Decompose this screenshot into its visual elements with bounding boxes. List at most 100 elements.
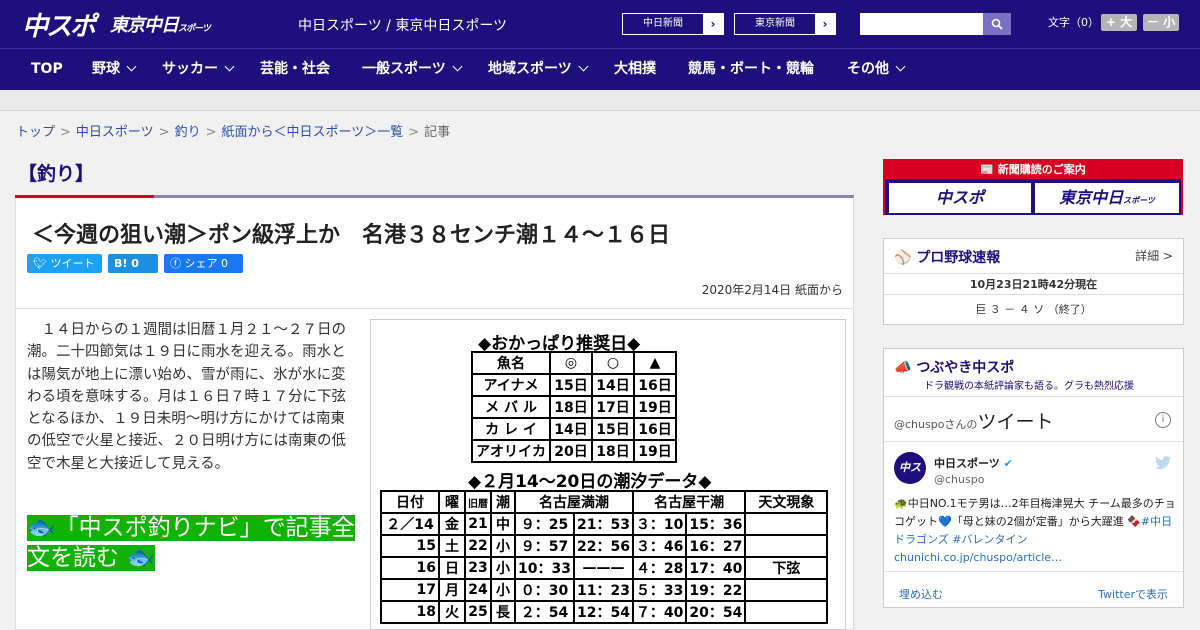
table-cell: 16 bbox=[380, 556, 440, 580]
tide-table: 日付曜旧暦潮名古屋満潮 名古屋干潮 天文現象 ２／14 金 21 中 ９：25 21：53 ３：… bbox=[380, 490, 829, 624]
table-row: カ レ イ 14日 15日 16日 bbox=[471, 417, 677, 441]
table-row: 16 日 23 小 10：33 ——— ４：28 17：40 下弦 bbox=[380, 556, 829, 580]
twitter-panel-title: 📣 つぶやき中スポ bbox=[894, 357, 1014, 377]
site-name: 中日スポーツ / 東京中日スポーツ bbox=[298, 18, 508, 34]
tweet-button[interactable]: 🐦︎ ツイート bbox=[27, 254, 102, 273]
nav-item-general-sports[interactable]: 一般スポーツ bbox=[362, 49, 463, 91]
table-header: 魚名 bbox=[471, 351, 551, 375]
subscribe-tokyo-logo-small: スポーツ bbox=[1123, 196, 1155, 205]
tweet-author-name[interactable]: 中日スポーツ ✔ bbox=[934, 455, 1013, 471]
view-on-twitter-link[interactable]: Twitterで表示 bbox=[1098, 586, 1168, 602]
nav-item-entertainment[interactable]: 芸能・社会 bbox=[260, 49, 330, 91]
nav-label: 地域スポーツ bbox=[488, 61, 572, 77]
table-row: メ バ ル 18日 17日 19日 bbox=[471, 395, 677, 419]
table-cell: ——— bbox=[572, 556, 634, 580]
baseball-icon: ⚾ bbox=[894, 250, 912, 266]
nav-item-other[interactable]: その他 bbox=[847, 49, 906, 91]
breadcrumb-top[interactable]: トップ bbox=[16, 125, 55, 140]
table-cell: 10：33 bbox=[514, 556, 575, 580]
site-header: 中スポ 東京中日スポーツ 中日スポーツ / 東京中日スポーツ 中日新聞 › 東京新… bbox=[0, 0, 1200, 48]
table-cell: 土 bbox=[438, 534, 466, 558]
table-cell: アオリイカ bbox=[471, 439, 551, 463]
font-larger-button[interactable]: + 大 bbox=[1101, 14, 1137, 31]
hatena-count: 0 bbox=[131, 257, 139, 270]
baseball-detail-link[interactable]: 詳細 > bbox=[1135, 247, 1173, 264]
subscribe-tokyo-logo[interactable]: 東京中日スポーツ bbox=[1035, 183, 1179, 213]
chuspo-logo[interactable]: 中スポ bbox=[22, 6, 96, 43]
fishing-navi-link[interactable]: 🐟「中スポ釣りナビ」で記事全文を読む 🐟 bbox=[27, 513, 357, 573]
tokyo-chunichi-logo[interactable]: 東京中日スポーツ bbox=[110, 11, 211, 37]
table-header: 名古屋干潮 bbox=[631, 490, 747, 514]
search-input[interactable] bbox=[860, 13, 983, 35]
breadcrumb-separator: > bbox=[158, 125, 170, 140]
table-cell: 15：36 bbox=[685, 512, 747, 536]
table-header: ▲ bbox=[633, 351, 677, 375]
tweets-handle-label: @chuspoさんの bbox=[894, 418, 978, 431]
tweet-author-handle[interactable]: @chuspo bbox=[934, 473, 984, 486]
table-cell bbox=[744, 600, 829, 624]
embed-link[interactable]: 埋め込む bbox=[899, 586, 943, 602]
table-cell: 24 bbox=[464, 578, 492, 602]
tweets-word: ツイート bbox=[977, 411, 1054, 433]
table-cell bbox=[744, 534, 829, 558]
breadcrumb-fishing[interactable]: 釣り bbox=[175, 125, 201, 140]
table-cell: 16日 bbox=[633, 417, 677, 441]
tokyo-chunichi-logo-text: 東京中日 bbox=[110, 15, 179, 36]
tweet-body: 🐢中日NO.1モテ男は…2年目梅津晃大 チーム最多のチョコゲット💙「母と妹の2個… bbox=[894, 497, 1176, 528]
table-cell: 19日 bbox=[633, 439, 677, 463]
nav-item-racing[interactable]: 競馬・ボート・競輪 bbox=[688, 49, 814, 91]
breadcrumb-chuspo[interactable]: 中日スポーツ bbox=[76, 125, 154, 140]
facebook-share-label: シェア 0 bbox=[184, 257, 229, 270]
table-cell: ０：30 bbox=[514, 578, 575, 602]
article-image[interactable]: ◆おかっぱり推奨日◆ 魚名 ◎ ○ ▲ アイナメ 15日 14日 16日 メ バ ル 18日 1… bbox=[370, 319, 846, 630]
chevron-right-icon: › bbox=[815, 14, 835, 34]
subscribe-chuspo-logo[interactable]: 中スポ bbox=[889, 183, 1031, 213]
category-heading: 【釣り】 bbox=[18, 163, 95, 185]
table-cell: 15 bbox=[380, 534, 440, 558]
chevron-down-icon bbox=[452, 61, 463, 72]
tweets-label: @chuspoさんのツイート bbox=[894, 407, 1053, 434]
nav-item-top[interactable]: TOP bbox=[31, 49, 63, 91]
nav-item-local-sports[interactable]: 地域スポーツ bbox=[488, 49, 589, 91]
twitter-panel-title-text: つぶやき中スポ bbox=[916, 360, 1015, 376]
chevron-down-icon bbox=[126, 61, 137, 72]
nav-item-soccer[interactable]: サッカー bbox=[162, 49, 235, 91]
facebook-share-button[interactable]: ⓕ シェア 0 bbox=[164, 254, 243, 273]
breadcrumb-paper-list[interactable]: 紙面から＜中日スポーツ＞一覧 bbox=[222, 125, 404, 140]
search-button[interactable] bbox=[983, 13, 1011, 35]
tokyo-chunichi-logo-small: スポーツ bbox=[178, 24, 211, 34]
subscribe-banner[interactable]: 📰 新聞購読のご案内 中スポ 東京中日スポーツ bbox=[883, 159, 1183, 215]
avatar[interactable]: 中ス bbox=[894, 452, 926, 484]
table-row: 魚名 ◎ ○ ▲ bbox=[471, 351, 677, 375]
subscribe-tokyo-logo-text: 東京中日 bbox=[1059, 188, 1124, 207]
nav-label: 一般スポーツ bbox=[362, 61, 446, 77]
info-icon[interactable]: i bbox=[1155, 412, 1171, 428]
table-cell: 17：40 bbox=[685, 556, 747, 580]
breadcrumb-separator: > bbox=[60, 125, 71, 140]
hatena-icon: B! bbox=[114, 257, 128, 270]
nav-item-sumo[interactable]: 大相撲 bbox=[614, 49, 656, 91]
table-cell: 20：54 bbox=[685, 600, 747, 624]
twitter-panel: 📣 つぶやき中スポ ドラ観戦の本紙評論家も語る。グラも熱烈応援 @chuspoさ… bbox=[883, 348, 1184, 608]
table-cell: 金 bbox=[438, 512, 466, 536]
nav-label: サッカー bbox=[162, 61, 218, 77]
tide-data-image: ◆おかっぱり推奨日◆ 魚名 ◎ ○ ▲ アイナメ 15日 14日 16日 メ バ ル 18日 1… bbox=[378, 327, 838, 629]
baseball-score[interactable]: 巨 ３ － ４ ソ （終了） bbox=[884, 301, 1183, 317]
table-header: ○ bbox=[591, 351, 635, 375]
newspaper-icon: 📰 bbox=[980, 163, 994, 176]
tokyo-shimbun-link[interactable]: 東京新聞 › bbox=[734, 13, 836, 35]
tweet-text: 🐢中日NO.1モテ男は…2年目梅津晃大 チーム最多のチョコゲット💙「母と妹の2個… bbox=[894, 495, 1176, 567]
chunichi-shimbun-link[interactable]: 中日新聞 › bbox=[622, 13, 724, 35]
font-smaller-button[interactable]: － 小 bbox=[1143, 14, 1179, 31]
nav-label: その他 bbox=[847, 61, 889, 77]
verified-icon: ✔ bbox=[1003, 457, 1013, 470]
nav-label: 野球 bbox=[92, 61, 120, 77]
tweet-link[interactable]: chunichi.co.jp/chuspo/article… bbox=[894, 551, 1062, 564]
chevron-right-icon: › bbox=[703, 14, 723, 34]
search-icon bbox=[991, 18, 1003, 30]
breadcrumb-separator: > bbox=[205, 125, 217, 140]
nav-item-baseball[interactable]: 野球 bbox=[92, 49, 137, 91]
hatena-bookmark-button[interactable]: B! 0 bbox=[108, 254, 158, 273]
table-cell bbox=[744, 578, 829, 602]
table-cell: 小 bbox=[490, 578, 516, 602]
